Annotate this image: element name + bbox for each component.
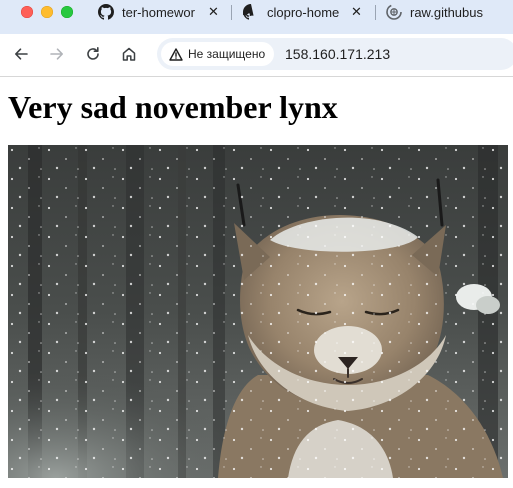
home-button[interactable] xyxy=(116,41,142,67)
tab-close-button[interactable]: ✕ xyxy=(208,4,219,20)
security-chip[interactable]: Не защищено xyxy=(161,42,275,66)
page-heading: Very sad november lynx xyxy=(8,89,338,125)
window-close-button[interactable] xyxy=(21,6,33,18)
lynx-photo xyxy=(8,145,508,478)
tab-separator xyxy=(375,5,376,20)
tab-2[interactable]: clopro-home ✕ xyxy=(243,0,369,24)
tab-1[interactable]: ter-homewor ✕ xyxy=(98,0,224,24)
home-icon xyxy=(122,47,136,61)
globe-loading-icon xyxy=(386,4,402,20)
github-icon xyxy=(98,4,114,20)
arrow-left-icon xyxy=(15,48,28,60)
url-text[interactable]: 158.160.171.213 xyxy=(285,46,390,62)
tab-close-button[interactable]: ✕ xyxy=(351,4,362,20)
tab-strip: ter-homewor ✕ clopro-home ✕ raw.githubus xyxy=(0,0,513,34)
window-zoom-button[interactable] xyxy=(61,6,73,18)
back-button[interactable] xyxy=(8,41,34,67)
tab-title: ter-homewor xyxy=(122,4,195,20)
security-label: Не защищено xyxy=(188,47,266,61)
browser-toolbar: Не защищено 158.160.171.213 xyxy=(0,34,513,77)
tab-title: clopro-home xyxy=(267,4,340,20)
address-bar[interactable]: Не защищено 158.160.171.213 xyxy=(157,38,513,70)
page-content: Very sad november lynx xyxy=(0,77,513,488)
arrow-right-icon xyxy=(50,48,63,60)
tab-separator xyxy=(231,5,232,20)
window-minimize-button[interactable] xyxy=(41,6,53,18)
forward-button[interactable] xyxy=(44,41,70,67)
github-icon xyxy=(243,4,254,20)
reload-icon xyxy=(87,47,99,60)
tab-title: raw.githubus xyxy=(410,4,483,20)
warning-triangle-icon xyxy=(169,47,183,61)
reload-button[interactable] xyxy=(80,41,106,67)
tab-3[interactable]: raw.githubus xyxy=(386,0,513,24)
